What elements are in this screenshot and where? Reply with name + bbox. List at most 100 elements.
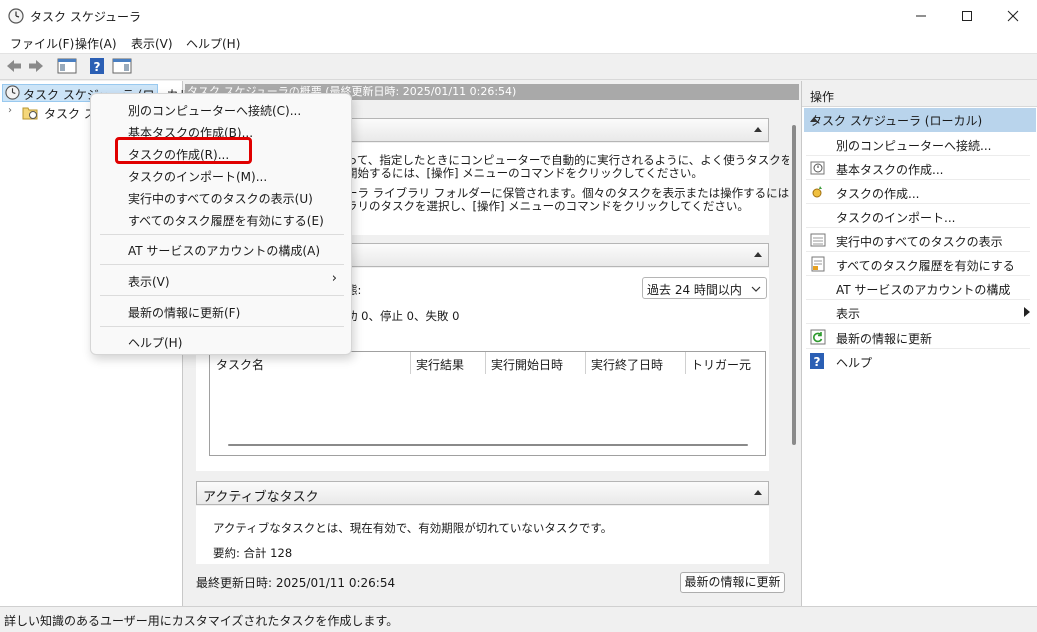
actions-header: 操作 — [802, 81, 1037, 107]
action-label: タスクの作成... — [836, 187, 920, 201]
action-help[interactable]: ? ヘルプ — [806, 349, 1030, 373]
action-connect-computer[interactable]: 別のコンピューターへ接続... — [806, 132, 1030, 156]
overview-text: 開始するには、[操作] メニューのコマンドをクリックしてください。 — [346, 166, 703, 180]
action-create-basic-task[interactable]: 基本タスクの作成... — [806, 156, 1030, 180]
table-header-result[interactable]: 実行結果 — [416, 356, 464, 376]
window-title: タスク スケジューラ — [30, 10, 141, 24]
active-tasks-section-header[interactable]: アクティブなタスク — [196, 481, 769, 505]
action-show-running-tasks[interactable]: 実行中のすべてのタスクの表示 — [806, 228, 1030, 252]
collapse-arrow-icon[interactable] — [754, 490, 762, 495]
submenu-arrow-icon — [1024, 307, 1030, 317]
menu-help[interactable]: ヘルプ(H) — [186, 35, 240, 52]
table-header-end-time[interactable]: 実行終了日時 — [591, 356, 663, 376]
action-label: 基本タスクの作成... — [836, 163, 944, 177]
expand-chevron-icon[interactable]: › — [8, 105, 12, 116]
menu-separator — [100, 326, 344, 327]
horizontal-scrollbar[interactable] — [228, 444, 748, 446]
clock-icon — [5, 85, 20, 103]
table-header-trigger[interactable]: トリガー元 — [691, 356, 751, 376]
status-counts: 功 0、停止 0、失敗 0 — [346, 309, 460, 323]
actions-section-label: タスク スケジューラ (ローカル) — [810, 114, 983, 128]
period-selected: 過去 24 時間以内 — [647, 283, 742, 297]
table-header-start-time[interactable]: 実行開始日時 — [491, 356, 563, 376]
summary-footer: 最終更新日時: 2025/01/11 0:26:54 最新の情報に更新 — [185, 564, 799, 606]
menu-view[interactable]: 表示(V) — [131, 35, 173, 52]
ctx-show-running-tasks[interactable]: 実行中のすべてのタスクの表示(U) — [128, 190, 313, 207]
ctx-connect-computer[interactable]: 別のコンピューターへ接続(C)... — [128, 102, 301, 119]
task-scheduler-clock-icon — [8, 8, 24, 27]
ctx-configure-at-service[interactable]: AT サービスのアカウントの構成(A) — [128, 242, 320, 259]
show-hide-action-pane-icon[interactable] — [112, 57, 132, 78]
submenu-chevron-icon: › — [331, 271, 337, 286]
ctx-view[interactable]: 表示(V) — [128, 273, 170, 290]
folder-clock-icon — [22, 105, 38, 122]
create-task-icon — [810, 184, 826, 203]
ctx-enable-history[interactable]: すべてのタスク履歴を有効にする(E) — [128, 212, 324, 229]
maximize-button[interactable] — [944, 0, 990, 32]
action-configure-at-service[interactable]: AT サービスのアカウントの構成 — [806, 276, 1030, 300]
active-tasks-summary: 要約: 合計 128 — [213, 546, 293, 560]
ctx-import-task[interactable]: タスクのインポート(M)... — [128, 168, 267, 185]
basic-task-icon — [810, 160, 826, 179]
action-label: 別のコンピューターへ接続... — [836, 139, 992, 153]
active-tasks-header-label: アクティブなタスク — [203, 490, 319, 505]
action-refresh[interactable]: 最新の情報に更新 — [806, 325, 1030, 349]
collapse-arrow-icon[interactable] — [810, 117, 818, 122]
action-label: すべてのタスク履歴を有効にする — [836, 259, 1015, 273]
refresh-button[interactable]: 最新の情報に更新 — [680, 572, 785, 593]
menu-action[interactable]: 操作(A) — [75, 35, 117, 52]
task-status-table: タスク名 実行結果 実行開始日時 実行終了日時 トリガー元 — [209, 351, 766, 456]
action-label: 最新の情報に更新 — [836, 332, 933, 346]
ctx-help[interactable]: ヘルプ(H) — [128, 334, 182, 351]
action-enable-history[interactable]: すべてのタスク履歴を有効にする — [806, 252, 1030, 276]
show-hide-tree-icon[interactable] — [57, 57, 77, 78]
menu-separator — [100, 295, 344, 296]
help-icon[interactable]: ? — [89, 57, 105, 78]
svg-text:?: ? — [814, 355, 821, 369]
collapse-arrow-icon[interactable] — [754, 252, 762, 257]
vertical-scrollbar-thumb[interactable] — [792, 125, 796, 445]
action-label: AT サービスのアカウントの構成 — [836, 283, 1011, 297]
refresh-icon — [810, 329, 826, 348]
action-label: 実行中のすべてのタスクの表示 — [836, 235, 1003, 249]
active-tasks-section: アクティブなタスクとは、現在有効で、有効期限が切れていないタスクです。 要約: … — [196, 506, 769, 564]
back-arrow-icon[interactable] — [5, 57, 23, 78]
overview-text: ラリのタスクを選択し、[操作] メニューのコマンドをクリックしてください。 — [346, 199, 749, 213]
help-icon: ? — [810, 353, 824, 372]
status-bar-text: 詳しい知識のあるユーザー用にカスタマイズされたタスクを作成します。 — [4, 614, 399, 628]
action-label: 表示 — [836, 307, 861, 321]
menu-file[interactable]: ファイル(F) — [10, 35, 74, 52]
column-divider — [485, 352, 486, 374]
action-label: タスクのインポート... — [836, 211, 956, 225]
chevron-down-icon — [751, 286, 761, 292]
svg-text:?: ? — [94, 60, 101, 74]
action-view[interactable]: 表示 — [806, 300, 1030, 324]
menu-separator — [100, 264, 344, 265]
column-divider — [410, 352, 411, 374]
minimize-button[interactable] — [898, 0, 944, 32]
actions-section-task-scheduler[interactable]: タスク スケジューラ (ローカル) — [804, 108, 1036, 132]
action-label: ヘルプ — [836, 356, 873, 370]
actions-header-label: 操作 — [810, 90, 835, 104]
actions-pane: 操作 タスク スケジューラ (ローカル) 別のコンピューターへ接続... 基本タ… — [801, 81, 1037, 606]
action-import-task[interactable]: タスクのインポート... — [806, 204, 1030, 228]
action-create-task[interactable]: タスクの作成... — [806, 180, 1030, 204]
last-updated-text: 最終更新日時: 2025/01/11 0:26:54 — [196, 576, 396, 590]
history-icon — [810, 256, 826, 275]
vertical-scrollbar[interactable] — [789, 101, 799, 564]
collapse-arrow-icon[interactable] — [754, 127, 762, 132]
period-dropdown[interactable]: 過去 24 時間以内 — [642, 277, 767, 299]
active-tasks-description: アクティブなタスクとは、現在有効で、有効期限が切れていないタスクです。 — [213, 521, 613, 535]
toolbar: ? — [0, 54, 1037, 80]
close-button[interactable] — [990, 0, 1036, 32]
menu-separator — [100, 234, 344, 235]
column-divider — [685, 352, 686, 374]
context-menu: 別のコンピューターへ接続(C)... 基本タスクの作成(B)... タスクの作成… — [90, 93, 352, 355]
menu-bar: ファイル(F) 操作(A) 表示(V) ヘルプ(H) — [0, 32, 1037, 54]
forward-arrow-icon[interactable] — [27, 57, 45, 78]
ctx-refresh[interactable]: 最新の情報に更新(F) — [128, 304, 240, 321]
highlight-box — [115, 137, 252, 164]
column-divider — [585, 352, 586, 374]
table-header-task-name[interactable]: タスク名 — [216, 356, 264, 376]
title-bar: タスク スケジューラ — [0, 0, 1037, 32]
